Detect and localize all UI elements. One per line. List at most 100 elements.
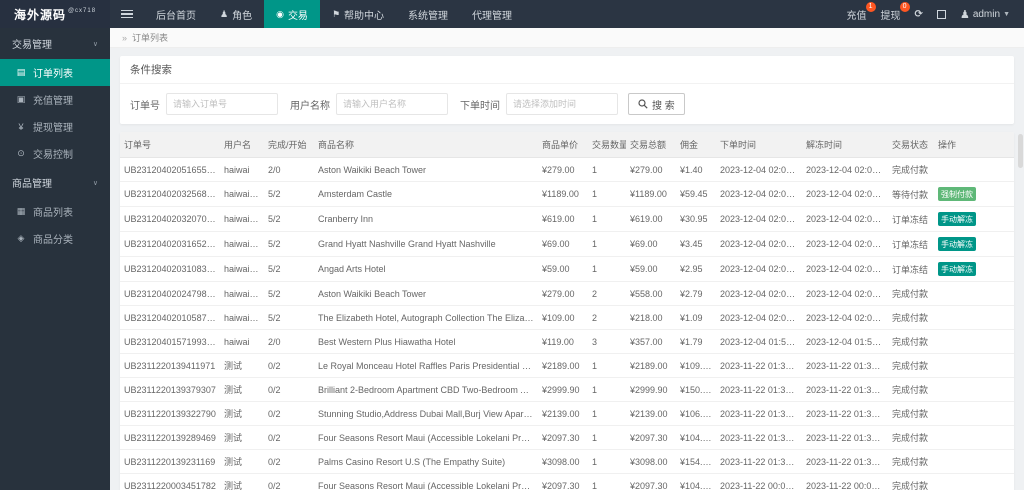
nav-item-label: 后台首页 [156,10,196,22]
cell-status: 完成付款 [888,329,934,354]
user-menu[interactable]: ♟ admin ▼ [960,8,1010,21]
force-pay-button[interactable]: 强制付款 [938,187,976,201]
cell-price: ¥279.00 [538,281,588,306]
cell-progress: 5/2 [264,231,314,257]
column-header-username: 用户名 [220,132,264,158]
cell-actions: 手动解冻 [934,231,1014,257]
table-row: UB2311220139289469 测试 0/2 Four Seasons Reso… [120,425,1014,450]
order-no-input[interactable] [166,93,278,115]
search-form: 订单号 用户名称 下单时间 搜 索 [120,84,1014,124]
cell-product: Palms Casino Resort U.S (The Empathy Sui… [314,449,538,474]
refresh-icon[interactable]: ⟳ [915,9,923,20]
sidebar-item-trade-control[interactable]: ⊙ 交易控制 [0,140,110,167]
cell-status: 订单冻结 [888,206,934,232]
page-content: 条件搜索 订单号用户名称下单时间 搜 索 订单号用户名完成/开始商品名称商品单价… [110,48,1024,490]
cell-product: Aston Waikiki Beach Tower [314,281,538,306]
cell-qty: 1 [588,449,626,474]
cell-total: ¥357.00 [626,329,676,354]
column-header-order_time: 下单时间 [716,132,802,158]
cell-order_no: UB2312040205165520 [120,157,220,182]
cell-actions [934,473,1014,490]
cell-order_no: UB2312040201058786 [120,305,220,330]
cell-total: ¥619.00 [626,206,676,232]
menu-toggle-icon[interactable] [110,0,144,28]
cell-product: Le Royal Monceau Hotel Raffles Paris Pre… [314,353,538,378]
cell-progress: 0/2 [264,401,314,426]
cell-price: ¥1189.00 [538,181,588,207]
nav-item-system-mgmt[interactable]: 系统管理 [396,0,460,28]
cell-commission: ¥2.95 [676,256,716,282]
sidebar-group-goods-mgmt[interactable]: 商品管理 ∨ [0,167,110,198]
cell-commission: ¥150.00 [676,377,716,402]
chevron-down-icon: ▼ [1003,10,1010,18]
nav-item-role[interactable]: ♟ 角色 [208,0,264,28]
search-button-label: 搜 索 [652,100,675,112]
search-button[interactable]: 搜 索 [628,93,685,115]
nav-item-label: 系统管理 [408,10,449,22]
search-field-order-time: 下单时间 [460,93,618,115]
sidebar-item-order-list[interactable]: ▤ 订单列表 [0,59,110,86]
cell-status: 完成付款 [888,425,934,450]
cell-order_time: 2023-12-04 02:03:16 [716,231,802,257]
cell-order_time: 2023-11-22 01:39:37 [716,377,802,402]
sidebar-item-goods-list[interactable]: ▦ 商品列表 [0,198,110,225]
cell-actions [934,157,1014,182]
chevron-down-icon: ∨ [92,40,98,48]
cell-commission: ¥1.40 [676,157,716,182]
help-center-icon: ⚑ [331,8,341,19]
sidebar-item-label: 商品分类 [33,235,73,246]
table-row: UB2312040205165520 haiwai 2/0 Aston Waikiki… [120,157,1014,182]
cell-order_time: 2023-11-22 01:39:23 [716,449,802,474]
nav-item-trade[interactable]: ◉ 交易 [264,0,320,28]
cell-order_no: UB2311220139379307 [120,377,220,402]
cell-qty: 1 [588,181,626,207]
cell-product: Aston Waikiki Beach Tower [314,157,538,182]
table-row: UB2312040203165287 haiwaiym 5/2 Grand Hyatt… [120,231,1014,257]
cell-product: Four Seasons Resort Maui (Accessible Lok… [314,425,538,450]
cell-actions [934,281,1014,306]
cell-price: ¥3098.00 [538,449,588,474]
user-menu-label: admin [972,8,1001,20]
user-name-input[interactable] [336,93,448,115]
cell-actions [934,449,1014,474]
nav-item-home[interactable]: 后台首页 [144,0,208,28]
column-header-order_no: 订单号 [120,132,220,158]
cell-commission: ¥30.95 [676,206,716,232]
cell-status: 订单冻结 [888,256,934,282]
sidebar-item-withdraw-mgmt[interactable]: ¥ 提现管理 [0,113,110,140]
sidebar-item-recharge-mgmt[interactable]: ▣ 充值管理 [0,86,110,113]
cell-total: ¥2097.30 [626,473,676,490]
cell-commission: ¥106.95 [676,401,716,426]
withdraw-link[interactable]: 提现 0 [881,1,910,22]
manual-unfreeze-button[interactable]: 手动解冻 [938,212,976,226]
cell-order_no: UB2311220139411971 [120,353,220,378]
goods-category-icon: ◈ [17,233,25,243]
cell-price: ¥119.00 [538,329,588,354]
cell-total: ¥2139.00 [626,401,676,426]
breadcrumb: » 订单列表 [110,28,1024,48]
sidebar-item-label: 充值管理 [33,96,73,107]
fullscreen-button[interactable] [936,9,946,19]
recharge-link[interactable]: 充值 1 [847,1,876,22]
cell-unfreeze_time: 2023-11-22 01:39:28 [802,449,888,474]
cell-total: ¥69.00 [626,231,676,257]
table-row: UB2312040203207046 haiwaiym 5/2 Cranberry I… [120,206,1014,232]
cell-order_time: 2023-12-04 02:02:47 [716,281,802,306]
cell-product: Best Western Plus Hiawatha Hotel [314,329,538,354]
cell-commission: ¥2.79 [676,281,716,306]
table-row: UB2311220003451782 测试 0/2 Four Seasons Reso… [120,473,1014,490]
vertical-scrollbar[interactable] [1018,134,1023,168]
cell-status: 完成付款 [888,305,934,330]
manual-unfreeze-button[interactable]: 手动解冻 [938,237,976,251]
cell-username: haiwaiym [220,256,264,282]
cell-price: ¥69.00 [538,231,588,257]
sidebar-item-goods-category[interactable]: ◈ 商品分类 [0,225,110,252]
sidebar-group-trade-mgmt[interactable]: 交易管理 ∨ [0,28,110,59]
order-time-input[interactable] [506,93,618,115]
cell-username: haiwaiym [220,281,264,306]
nav-item-help-center[interactable]: ⚑ 帮助中心 [320,0,396,28]
manual-unfreeze-button[interactable]: 手动解冻 [938,262,976,276]
nav-item-agent-mgmt[interactable]: 代理管理 [460,0,524,28]
cell-username: 测试 [220,449,264,474]
cell-total: ¥2097.30 [626,425,676,450]
